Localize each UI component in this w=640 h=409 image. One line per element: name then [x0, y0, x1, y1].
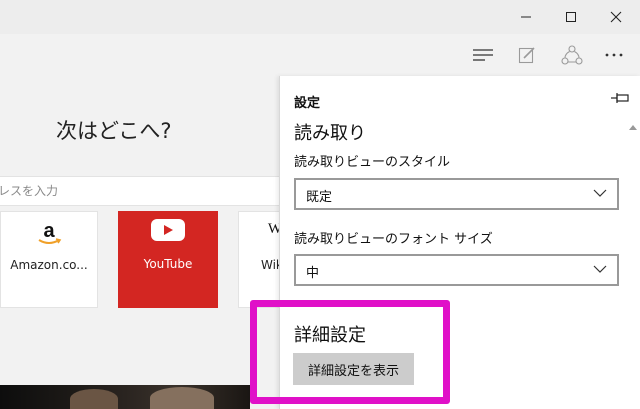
scroll-up-arrow-icon[interactable] — [629, 124, 637, 130]
close-icon — [610, 11, 622, 23]
close-button[interactable] — [593, 0, 639, 34]
reading-section-heading: 読み取り — [294, 123, 366, 144]
more-button[interactable] — [592, 34, 636, 76]
annotation-highlight-box — [250, 300, 450, 404]
font-size-label: 読み取りビューのフォント サイズ — [294, 232, 493, 247]
maximize-icon — [566, 12, 576, 22]
tile-label: Amazon.co... — [10, 258, 88, 272]
youtube-play-icon — [151, 219, 185, 241]
chevron-down-icon — [593, 265, 607, 273]
hub-button[interactable] — [461, 34, 505, 76]
settings-scrollbar[interactable] — [626, 120, 640, 409]
more-icon — [605, 53, 623, 57]
reading-style-value: 既定 — [306, 190, 333, 205]
pin-icon[interactable] — [610, 91, 630, 105]
reading-style-label: 読み取りビューのスタイル — [294, 155, 451, 170]
font-size-value: 中 — [306, 266, 320, 281]
search-input[interactable] — [0, 177, 299, 205]
web-note-icon — [518, 47, 535, 64]
settings-pane-title: 設定 — [294, 96, 321, 111]
top-site-tile-amazon[interactable]: a Amazon.co... — [0, 211, 98, 308]
svg-text:a: a — [43, 220, 55, 242]
image-detail — [150, 387, 214, 409]
font-size-dropdown[interactable]: 中 — [294, 254, 619, 286]
reading-style-dropdown[interactable]: 既定 — [294, 178, 619, 210]
web-note-button[interactable] — [505, 34, 549, 76]
settings-pane-header: 設定 — [280, 76, 640, 120]
image-detail — [70, 389, 118, 409]
minimize-icon — [521, 16, 531, 18]
tile-label: YouTube — [143, 257, 193, 271]
maximize-button[interactable] — [548, 0, 594, 34]
minimize-button[interactable] — [503, 0, 549, 34]
hub-icon — [473, 49, 493, 61]
share-button[interactable] — [550, 34, 594, 76]
search-box[interactable] — [0, 176, 300, 206]
title-bar — [0, 0, 640, 34]
news-feed-image[interactable] — [0, 385, 250, 409]
share-icon — [561, 45, 583, 65]
browser-toolbar — [0, 34, 640, 76]
amazon-logo-icon: a — [38, 220, 62, 244]
top-site-tile-youtube[interactable]: YouTube — [118, 211, 218, 308]
new-tab-heading: 次はどこへ? — [56, 119, 172, 143]
chevron-down-icon — [593, 189, 607, 197]
